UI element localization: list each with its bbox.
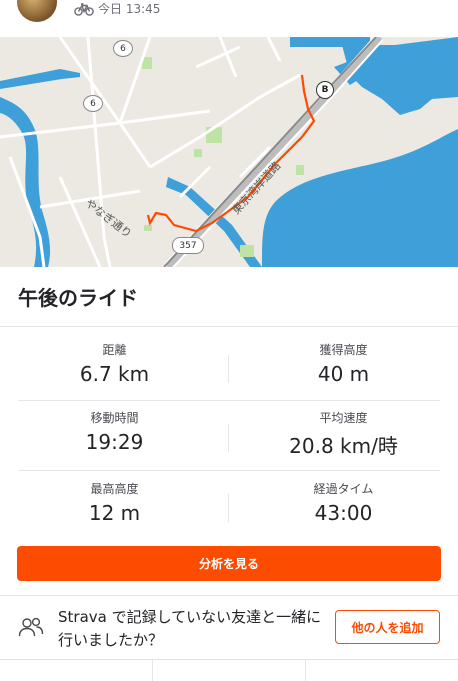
stat-distance: 距離 6.7 km	[0, 341, 229, 386]
tab-divider	[305, 660, 306, 681]
stat-label: 最高高度	[90, 482, 139, 496]
title-divider	[0, 326, 458, 327]
stat-column-divider	[228, 424, 229, 452]
stat-label: 経過タイム	[313, 482, 374, 496]
stat-value: 40 m	[317, 362, 370, 386]
stat-max-elevation: 最高高度 12 m	[0, 480, 229, 525]
stat-value: 20.8 km/時	[289, 434, 398, 458]
stat-value: 19:29	[85, 430, 144, 454]
activity-title: 午後のライド	[18, 286, 138, 310]
invite-friends-text: Strava で記録していない友達と一緒に行いましたか？	[58, 608, 322, 649]
stat-label: 移動時間	[90, 411, 139, 425]
invite-divider	[0, 595, 458, 596]
stat-elevation-gain: 獲得高度 40 m	[229, 341, 458, 386]
stat-value: 6.7 km	[79, 362, 150, 386]
stat-avg-speed: 平均速度 20.8 km/時	[229, 409, 458, 459]
add-others-button[interactable]: 他の人を追加	[335, 610, 440, 644]
view-analysis-button[interactable]: 分析を見る	[17, 546, 441, 581]
stat-label: 平均速度	[319, 411, 368, 425]
stat-label: 獲得高度	[319, 343, 368, 357]
road-shield-6b: 6	[83, 95, 103, 112]
stat-value: 12 m	[88, 501, 141, 525]
stat-label: 距離	[102, 343, 127, 357]
bike-icon	[74, 2, 94, 16]
stat-column-divider	[228, 494, 229, 522]
people-icon	[18, 617, 44, 637]
activity-header: 今日 13:45	[0, 0, 458, 37]
activity-date-time: 今日 13:45	[98, 2, 161, 16]
bottom-tab-bar	[0, 659, 458, 681]
activity-subline: 今日 13:45	[74, 0, 160, 17]
route-map[interactable]: 6 6 357 やなぎ通り 東京湾岸道路 B	[0, 37, 458, 267]
map-canvas	[0, 37, 458, 267]
road-shield-6a: 6	[113, 40, 133, 57]
stat-column-divider	[228, 355, 229, 383]
stat-elapsed-time: 経過タイム 43:00	[229, 480, 458, 525]
stat-value: 43:00	[314, 501, 373, 525]
avatar[interactable]	[17, 0, 57, 22]
stat-row-divider	[18, 400, 440, 401]
tab-divider	[152, 660, 153, 681]
stat-row-divider	[18, 470, 440, 471]
road-shield-357: 357	[172, 237, 204, 254]
stat-moving-time: 移動時間 19:29	[0, 409, 229, 454]
route-end-marker: B	[316, 81, 334, 99]
